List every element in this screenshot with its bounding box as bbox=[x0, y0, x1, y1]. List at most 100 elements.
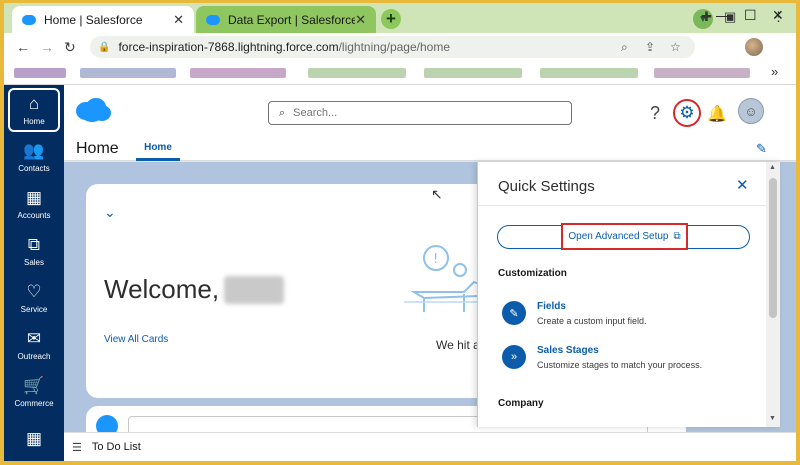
bookmarks-overflow-icon[interactable]: » bbox=[771, 64, 778, 79]
rail-label: Service bbox=[20, 305, 48, 314]
quick-setting-fields[interactable]: ✎ Fields Create a custom input field. bbox=[502, 299, 762, 333]
chevron-right-icon: » bbox=[502, 345, 526, 369]
rail-label: Sales bbox=[23, 258, 44, 267]
forward-icon[interactable]: → bbox=[40, 39, 54, 55]
reload-icon[interactable]: ↻ bbox=[64, 39, 76, 56]
bookmark-item[interactable] bbox=[540, 68, 638, 78]
list-icon: ☰ bbox=[72, 441, 82, 454]
bookmark-item[interactable] bbox=[14, 68, 66, 78]
svg-text:!: ! bbox=[433, 252, 438, 267]
rail-item-home[interactable]: ⌂ Home bbox=[8, 88, 60, 132]
back-icon[interactable]: ← bbox=[16, 39, 30, 55]
share-icon[interactable]: ⇪ bbox=[645, 40, 655, 54]
home-icon: ⌂ bbox=[28, 94, 40, 113]
nav-tab-home[interactable]: Home bbox=[136, 135, 180, 161]
browser-toolbar: ← → ↻ 🔒 force-inspiration-7868.lightning… bbox=[4, 33, 796, 61]
profile-avatar[interactable] bbox=[745, 38, 763, 56]
rail-item-sales[interactable]: ⧉ Sales bbox=[8, 229, 60, 273]
chevron-down-icon[interactable]: ⌄ bbox=[104, 204, 116, 221]
browser-tab-label: Data Export | Salesforce bbox=[228, 13, 356, 27]
bookmark-item[interactable] bbox=[654, 68, 750, 78]
rail-label: Accounts bbox=[17, 211, 51, 220]
gear-icon: ⚙ bbox=[679, 103, 695, 122]
quick-settings-header: Quick Settings ✕ bbox=[478, 162, 780, 206]
scroll-up-icon[interactable]: ▲ bbox=[769, 164, 776, 171]
empty-state-text: We hit a bbox=[436, 338, 480, 352]
tab-close-icon[interactable]: ✕ bbox=[355, 12, 366, 28]
url-text: force-inspiration-7868.lightning.force.c… bbox=[118, 40, 450, 54]
advanced-setup-label: Open Advanced Setup bbox=[568, 231, 669, 242]
bookmark-item[interactable] bbox=[424, 68, 522, 78]
salesforce-favicon-icon bbox=[206, 15, 220, 25]
rail-item-commerce[interactable]: 🛒 Commerce bbox=[8, 370, 60, 414]
setup-gear-button[interactable]: ⚙ bbox=[673, 99, 701, 127]
bookmarks-bar: » bbox=[4, 61, 796, 85]
global-search[interactable]: ⌕ bbox=[268, 101, 572, 125]
nav-rail: ⌂ Home 👥 Contacts ▦ Accounts ⧉ Sales ♡ S… bbox=[4, 85, 64, 461]
zoom-icon[interactable]: ⌕ bbox=[621, 40, 628, 55]
building-icon: ▦ bbox=[25, 188, 43, 207]
quick-setting-title: Fields bbox=[537, 301, 566, 312]
astro-avatar-icon: ☺ bbox=[744, 103, 758, 119]
close-icon[interactable]: ✕ bbox=[736, 176, 749, 194]
section-company: Company bbox=[498, 398, 544, 409]
browser-tab-home[interactable]: Home | Salesforce ✕ bbox=[12, 6, 194, 34]
address-bar[interactable]: 🔒 force-inspiration-7868.lightning.force… bbox=[90, 36, 695, 58]
rail-label: Home bbox=[23, 117, 45, 126]
view-all-cards-link[interactable]: View All Cards bbox=[104, 334, 168, 345]
salesforce-logo-icon[interactable] bbox=[74, 97, 112, 123]
todo-list-button[interactable]: To Do List bbox=[92, 441, 141, 453]
extensions-icon[interactable]: ✚ bbox=[701, 9, 712, 25]
search-input[interactable] bbox=[293, 107, 534, 119]
edit-nav-pencil-icon[interactable]: ✎ bbox=[756, 141, 767, 157]
rail-item-accounts[interactable]: ▦ Accounts bbox=[8, 182, 60, 226]
rail-item-more[interactable]: ▦ bbox=[8, 421, 60, 457]
mouse-cursor-icon: ↖ bbox=[431, 186, 443, 202]
browser-menu-icon[interactable]: ⋮ bbox=[772, 9, 785, 25]
fields-icon: ✎ bbox=[502, 301, 526, 325]
building-icon: ▦ bbox=[25, 429, 43, 448]
quick-setting-title: Sales Stages bbox=[537, 345, 599, 356]
salesforce-favicon-icon bbox=[22, 15, 36, 25]
utility-bar: ☰ To Do List bbox=[64, 432, 796, 461]
open-advanced-setup-link[interactable]: Open Advanced Setup ⧉ bbox=[561, 223, 688, 250]
rail-item-contacts[interactable]: 👥 Contacts bbox=[8, 135, 60, 179]
notifications-bell-icon[interactable]: 🔔 bbox=[707, 104, 727, 124]
bookmark-item[interactable] bbox=[308, 68, 406, 78]
browser-tab-label: Home | Salesforce bbox=[44, 13, 143, 27]
quick-setting-sales-stages[interactable]: » Sales Stages Customize stages to match… bbox=[502, 343, 762, 377]
quick-setting-desc: Customize stages to match your process. bbox=[537, 360, 703, 370]
welcome-heading: Welcome, bbox=[104, 274, 220, 304]
scroll-down-icon[interactable]: ▼ bbox=[769, 415, 776, 422]
user-avatar[interactable]: ☺ bbox=[738, 98, 764, 124]
chart-icon: ⧉ bbox=[27, 235, 41, 254]
bookmark-item[interactable] bbox=[80, 68, 176, 78]
search-icon: ⌕ bbox=[279, 106, 286, 119]
tab-strip: Home | Salesforce ✕ Data Export | Salesf… bbox=[4, 3, 796, 34]
quick-settings-panel: Quick Settings ✕ Open Advanced Setup ⧉ C… bbox=[477, 162, 780, 427]
app-header: ⌕ ? ⚙ 🔔 ☺ Home Home ✎ bbox=[64, 85, 796, 161]
quick-setting-desc: Create a custom input field. bbox=[537, 316, 647, 326]
section-customization: Customization bbox=[498, 268, 567, 279]
panel-scrollbar[interactable]: ▲ ▼ bbox=[766, 162, 780, 427]
scrollbar-thumb[interactable] bbox=[769, 178, 777, 318]
rail-item-service[interactable]: ♡ Service bbox=[8, 276, 60, 320]
bookmark-item[interactable] bbox=[190, 68, 286, 78]
heart-icon: ♡ bbox=[26, 282, 42, 301]
browser-tab-data-export[interactable]: Data Export | Salesforce ✕ bbox=[196, 6, 376, 34]
url-host: force-inspiration-7868.lightning.force.c… bbox=[118, 40, 339, 54]
rail-label: Commerce bbox=[14, 399, 54, 408]
tab-close-icon[interactable]: ✕ bbox=[173, 12, 184, 28]
lock-icon: 🔒 bbox=[98, 41, 111, 53]
rail-label: Outreach bbox=[17, 352, 51, 361]
bookmark-star-icon[interactable]: ☆ bbox=[670, 40, 681, 54]
side-panel-icon[interactable]: ▣ bbox=[724, 9, 736, 25]
cart-icon: 🛒 bbox=[23, 376, 45, 395]
mail-icon: ✉ bbox=[26, 329, 42, 348]
maximize-icon[interactable]: ☐ bbox=[744, 7, 757, 24]
help-icon[interactable]: ? bbox=[650, 103, 660, 124]
url-path: /lightning/page/home bbox=[338, 40, 450, 54]
new-tab-button[interactable]: + bbox=[381, 9, 401, 29]
rail-item-outreach[interactable]: ✉ Outreach bbox=[8, 323, 60, 367]
contacts-icon: 👥 bbox=[23, 141, 45, 160]
